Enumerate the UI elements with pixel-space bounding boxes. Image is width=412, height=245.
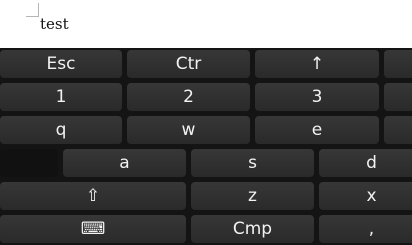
row1-partial-key[interactable] xyxy=(384,50,412,78)
key-2[interactable]: 2 xyxy=(127,83,250,111)
esc-key[interactable]: Esc xyxy=(0,50,122,78)
shift-key[interactable]: ⇧ xyxy=(0,182,186,210)
key-1[interactable]: 1 xyxy=(0,83,122,111)
key-s[interactable]: s xyxy=(191,149,314,177)
keyboard-switch-key[interactable]: ⌨ xyxy=(0,215,186,243)
key-q[interactable]: q xyxy=(0,116,122,144)
row2-partial-key[interactable] xyxy=(384,83,412,111)
row3-partial-key[interactable] xyxy=(384,116,412,144)
virtual-keyboard: Esc Ctr ↑ 1 2 3 q w e a s d ⇧ z x ⌨ Cmp … xyxy=(0,48,412,245)
keyboard-icon: ⌨ xyxy=(80,219,106,239)
key-x[interactable]: x xyxy=(319,182,412,210)
key-a[interactable]: a xyxy=(63,149,186,177)
key-w[interactable]: w xyxy=(127,116,250,144)
key-e[interactable]: e xyxy=(255,116,379,144)
document-text: test xyxy=(40,15,69,33)
key-d[interactable]: d xyxy=(319,149,412,177)
row4-spacer-key xyxy=(0,149,58,177)
key-3[interactable]: 3 xyxy=(255,83,379,111)
compose-key[interactable]: Cmp xyxy=(191,215,314,243)
document-area[interactable]: test xyxy=(0,0,412,48)
key-z[interactable]: z xyxy=(191,182,314,210)
ctrl-key[interactable]: Ctr xyxy=(127,50,250,78)
comma-key[interactable]: , xyxy=(319,215,412,243)
page-corner-marker xyxy=(26,3,39,17)
arrow-up-key[interactable]: ↑ xyxy=(255,50,379,78)
